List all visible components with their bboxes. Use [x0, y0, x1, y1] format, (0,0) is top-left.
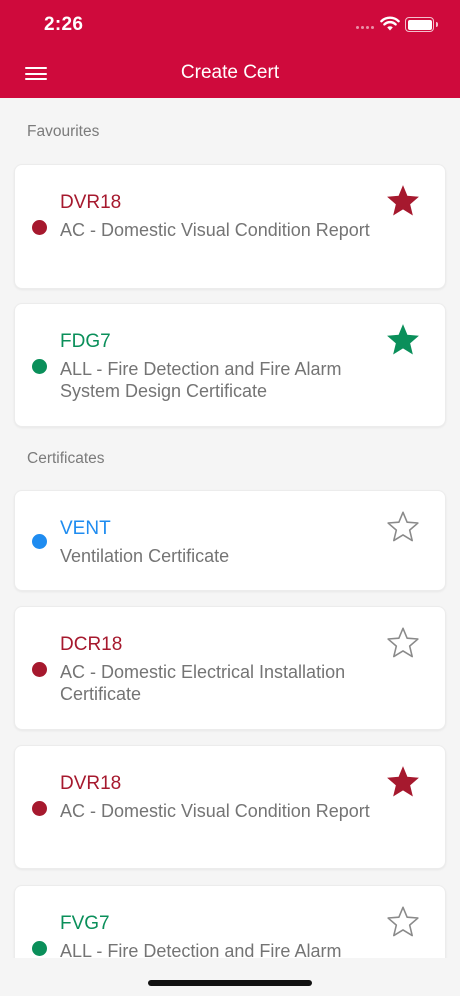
wifi-icon: [380, 16, 400, 31]
cert-description: AC - Domestic Visual Condition Report: [60, 220, 370, 240]
favourite-card-dvr18[interactable]: DVR18 AC - Domestic Visual Condition Rep…: [14, 164, 446, 289]
battery-icon: [405, 17, 438, 32]
home-indicator[interactable]: [148, 980, 312, 986]
section-label-favourites: Favourites: [27, 123, 100, 140]
status-dot: [32, 534, 47, 549]
status-dot: [32, 220, 47, 235]
star-filled-icon[interactable]: [386, 184, 420, 218]
star-filled-icon[interactable]: [386, 323, 420, 357]
app-header: 2:26 Create Cert: [0, 0, 460, 98]
star-outline-icon[interactable]: [386, 510, 420, 544]
cert-code: DCR18: [60, 634, 123, 655]
cellular-signal-icon: [356, 26, 374, 29]
cert-code: VENT: [60, 518, 111, 539]
star-outline-icon[interactable]: [386, 905, 420, 939]
cert-description: ALL - Fire Detection and Fire Alarm Syst…: [60, 359, 342, 401]
cert-description: AC - Domestic Visual Condition Report: [60, 801, 370, 821]
cert-description: AC - Domestic Electrical Installation Ce…: [60, 662, 346, 704]
section-label-certificates: Certificates: [27, 450, 105, 467]
cert-description: Ventilation Certificate: [60, 546, 230, 566]
status-dot: [32, 359, 47, 374]
certificate-card-dvr18[interactable]: DVR18 AC - Domestic Visual Condition Rep…: [14, 745, 446, 869]
cert-code: DVR18: [60, 773, 122, 794]
star-outline-icon[interactable]: [386, 626, 420, 660]
star-filled-icon[interactable]: [386, 765, 420, 799]
cert-code: FVG7: [60, 913, 110, 934]
cert-code: DVR18: [60, 192, 122, 213]
favourite-card-fdg7[interactable]: FDG7 ALL - Fire Detection and Fire Alarm…: [14, 303, 446, 427]
status-dot: [32, 662, 47, 677]
status-dot: [32, 801, 47, 816]
certificate-card-vent[interactable]: VENT Ventilation Certificate: [14, 490, 446, 591]
certificate-card-dcr18[interactable]: DCR18 AC - Domestic Electrical Installat…: [14, 606, 446, 730]
status-time: 2:26: [44, 14, 84, 35]
bottom-safe-area: [0, 958, 460, 996]
status-dot: [32, 941, 47, 956]
page-title: Create Cert: [180, 62, 280, 83]
cert-code: FDG7: [60, 331, 111, 352]
